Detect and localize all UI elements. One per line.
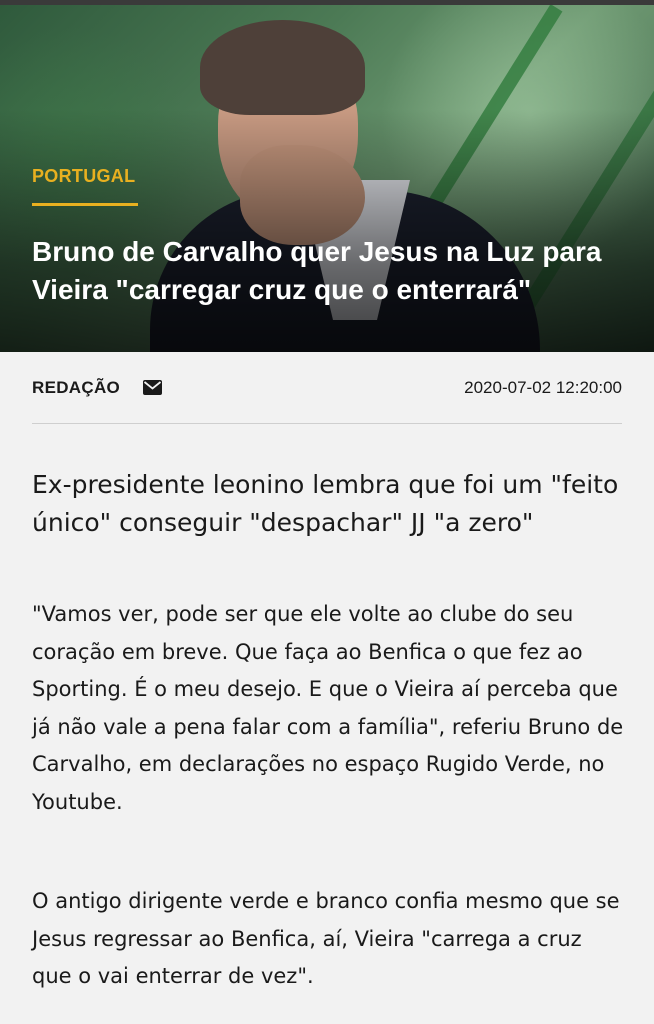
article-subtitle: Ex-presidente leonino lembra que foi um … [32,470,619,537]
article-headline: Bruno de Carvalho quer Jesus na Luz para… [32,236,602,305]
category-underline [32,203,138,206]
article-paragraph: "Vamos ver, pode ser que ele volte ao cl… [32,602,624,814]
category-label[interactable]: PORTUGAL [32,166,135,187]
divider [32,423,622,424]
author-byline[interactable]: REDAÇÃO [32,378,120,398]
article-paragraph: O antigo dirigente verde e branco confia… [32,889,620,988]
envelope-icon[interactable] [143,380,162,395]
publish-date: 2020-07-02 12:20:00 [464,378,622,397]
